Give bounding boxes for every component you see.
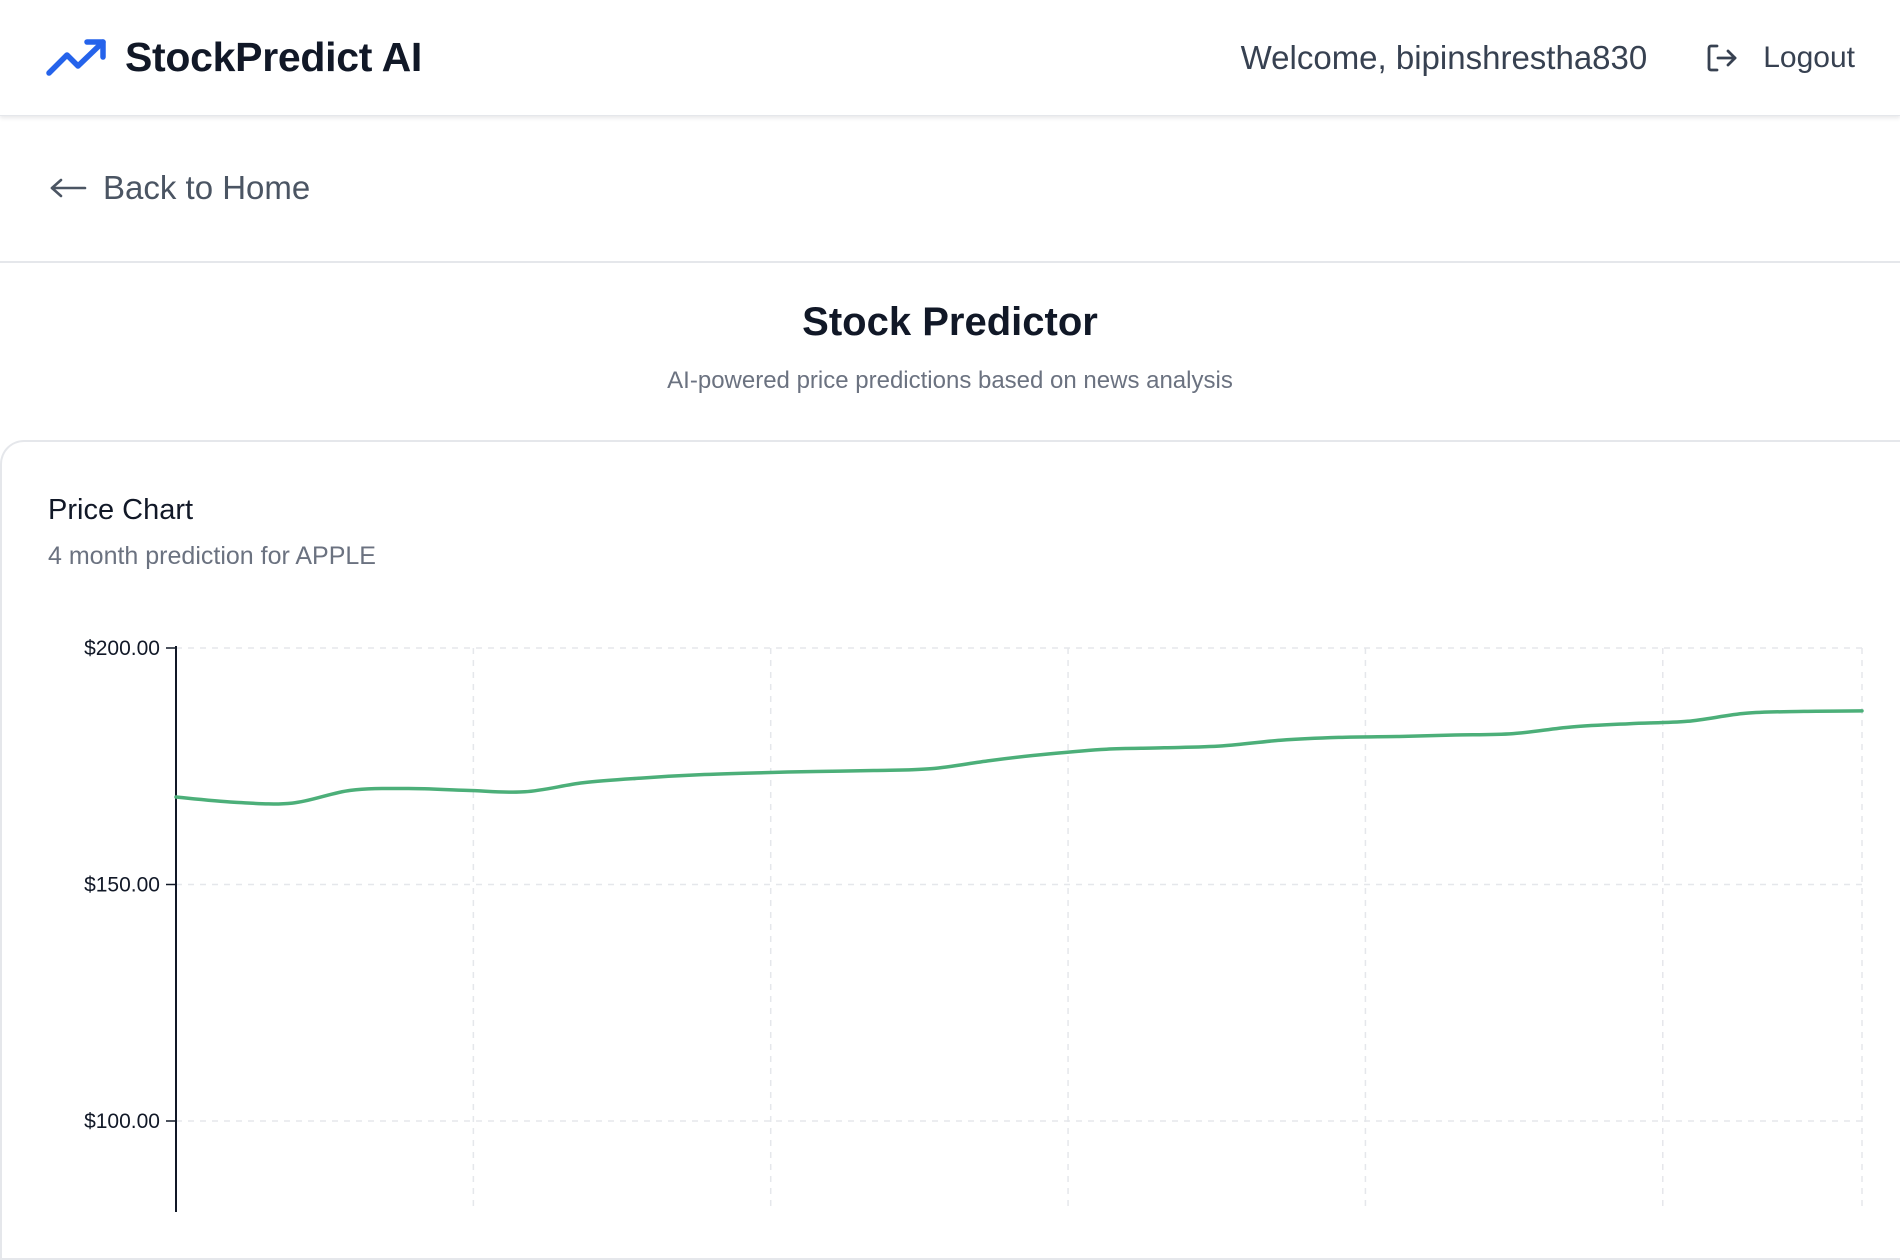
logout-label: Logout (1763, 40, 1855, 74)
logout-icon (1707, 44, 1737, 71)
chart-y-axis: $200.00 $150.00 $100.00 (84, 637, 177, 1212)
price-line-chart: $200.00 $150.00 $100.00 (84, 637, 1864, 1212)
nav-right: Welcome, bipinshrestha830 Logout (1241, 39, 1855, 77)
y-tick-label: $200.00 (84, 637, 160, 660)
logout-button[interactable]: Logout (1705, 41, 1855, 75)
brand[interactable]: StockPredict AI (45, 34, 422, 81)
chart-grid (176, 647, 1863, 1212)
trending-up-icon (46, 38, 106, 76)
brand-name: StockPredict AI (125, 34, 423, 80)
top-navbar: StockPredict AI Welcome, bipinshrestha83… (0, 0, 1900, 116)
chart-series (174, 709, 1864, 806)
welcome-text: Welcome, bipinshrestha830 (1240, 38, 1648, 76)
y-tick-label: $150.00 (84, 874, 160, 897)
price-series-line (174, 709, 1864, 806)
y-tick-label: $100.00 (84, 1110, 160, 1133)
